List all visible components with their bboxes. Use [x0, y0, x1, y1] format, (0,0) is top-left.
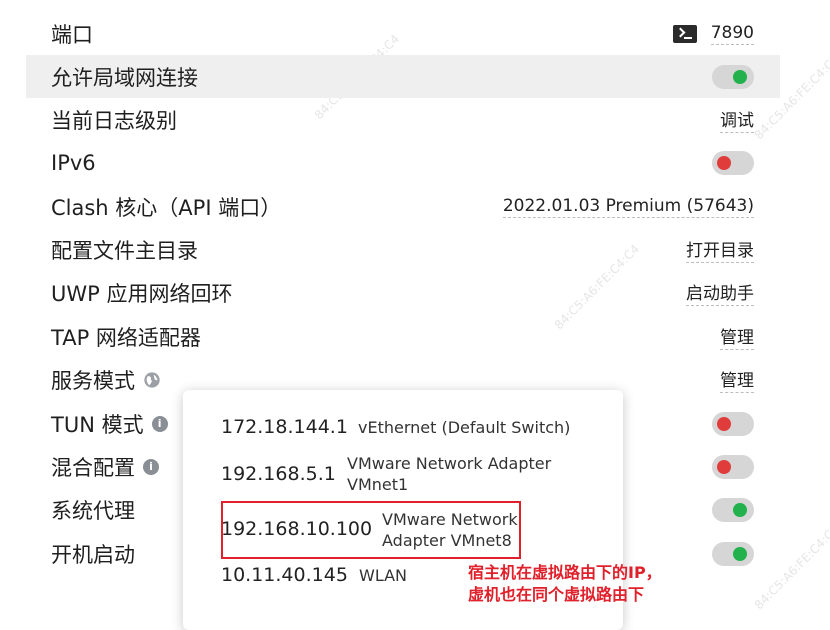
toggle-knob [717, 459, 731, 474]
port-value[interactable]: 7890 [710, 23, 754, 45]
system-proxy-toggle[interactable] [712, 497, 754, 522]
mixin-label-group: 混合配置 i [51, 452, 159, 482]
mixin-toggle[interactable] [712, 454, 754, 479]
list-item[interactable]: 192.168.5.1 VMware Network Adapter VMnet… [183, 452, 623, 496]
adapter-name: vEthernet (Default Switch) [358, 418, 571, 437]
setting-allow-lan-row: 允许局域网连接 [26, 55, 780, 98]
service-manage-button[interactable]: 管理 [720, 366, 754, 393]
globe-icon[interactable] [143, 371, 161, 389]
open-dir-button[interactable]: 打开目录 [686, 236, 754, 263]
ip-address[interactable]: 10.11.40.145 [221, 564, 348, 586]
port-label: 端口 [51, 22, 93, 47]
info-icon[interactable]: i [151, 415, 168, 432]
setting-clash-core-row: Clash 核心（API 端口） 2022.01.03 Premium (576… [26, 185, 780, 228]
ip-address[interactable]: 192.168.5.1 [221, 463, 336, 485]
info-icon[interactable]: i [143, 458, 159, 475]
annotation: 宿主机在虚拟路由下的IP， 虚机也在同个虚拟路由下 [468, 562, 662, 606]
toggle-knob [717, 155, 731, 170]
service-mode-label-group: 服务模式 [51, 365, 161, 395]
allow-lan-label: 允许局域网连接 [51, 65, 198, 90]
tap-manage-button[interactable]: 管理 [720, 323, 754, 350]
config-dir-label: 配置文件主目录 [51, 238, 198, 263]
clash-core-label: Clash 核心（API 端口） [51, 195, 282, 220]
terminal-icon[interactable] [672, 24, 697, 43]
setting-config-dir-row: 配置文件主目录 打开目录 [26, 228, 780, 271]
tun-label-group: TUN 模式 i [51, 409, 168, 439]
highlight-box [221, 501, 521, 559]
launch-helper-button[interactable]: 启动助手 [686, 279, 754, 306]
setting-port-row: 端口 7890 [26, 12, 780, 55]
toggle-knob [717, 416, 731, 431]
ipv6-label: IPv6 [51, 150, 96, 175]
tun-toggle[interactable] [712, 411, 754, 436]
allow-lan-toggle[interactable] [712, 64, 754, 89]
setting-uwp-row: UWP 应用网络回环 启动助手 [26, 271, 780, 314]
system-proxy-label: 系统代理 [51, 498, 135, 523]
setting-tap-row: TAP 网络适配器 管理 [26, 315, 780, 358]
adapter-name-line1: VMware Network Adapter [347, 454, 552, 473]
clash-core-value[interactable]: 2022.01.03 Premium (57643) [502, 196, 754, 218]
toggle-knob [733, 502, 747, 517]
mixin-label: 混合配置 [51, 455, 135, 480]
adapter-name: WLAN [359, 566, 408, 585]
list-item[interactable]: 172.18.144.1 vEthernet (Default Switch) [183, 416, 623, 440]
setting-ipv6-row: IPv6 [26, 141, 780, 184]
setting-log-level-row: 当前日志级别 调试 [26, 98, 780, 141]
tap-label: TAP 网络适配器 [51, 325, 201, 350]
tun-label: TUN 模式 [51, 412, 144, 437]
annotation-line1: 宿主机在虚拟路由下的IP， [468, 563, 662, 582]
log-level-value[interactable]: 调试 [720, 106, 754, 133]
uwp-label: UWP 应用网络回环 [51, 281, 233, 306]
startup-label: 开机启动 [51, 542, 135, 567]
port-value-group[interactable]: 7890 [672, 23, 754, 45]
toggle-knob [733, 546, 747, 561]
service-mode-label: 服务模式 [51, 368, 135, 393]
toggle-knob [733, 69, 747, 84]
annotation-line2: 虚机也在同个虚拟路由下 [468, 585, 645, 604]
adapter-name-line2: VMnet1 [347, 475, 409, 494]
ip-address[interactable]: 172.18.144.1 [221, 416, 348, 438]
ipv6-toggle[interactable] [712, 150, 754, 175]
log-level-label: 当前日志级别 [51, 108, 177, 133]
startup-toggle[interactable] [712, 541, 754, 566]
